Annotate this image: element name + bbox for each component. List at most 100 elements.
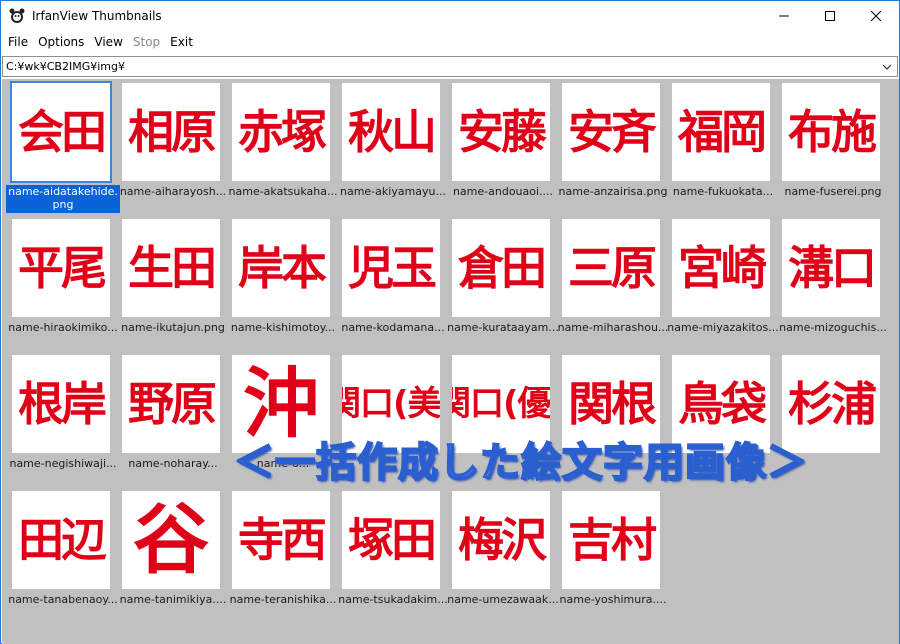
thumbnail-caption: name-akatsukaha... xyxy=(228,185,338,198)
menu-bar: File Options View Stop Exit xyxy=(1,31,899,53)
thumbnail-item[interactable]: 三原 name-miharashou... xyxy=(558,219,668,349)
thumbnail-item[interactable]: 布施 name-fuserei.png xyxy=(778,83,888,213)
thumbnail-item[interactable]: 溝口 name-mizoguchis... xyxy=(778,219,888,349)
minimize-button[interactable] xyxy=(761,1,807,31)
chevron-down-icon xyxy=(882,64,892,70)
thumbnail-image[interactable]: 倉田 xyxy=(452,219,550,317)
folder-path-combobox[interactable]: C:¥wk¥CB2IMG¥img¥ xyxy=(2,56,898,77)
thumbnail-image-text: 秋山 xyxy=(348,105,437,159)
thumbnail-image[interactable]: 宮崎 xyxy=(672,219,770,317)
thumbnail-caption: name-miyazakitos... xyxy=(667,321,779,334)
thumbnail-image[interactable]: 秋山 xyxy=(342,83,440,181)
thumbnail-item[interactable]: 谷 name-tanimikiya.... xyxy=(118,491,228,621)
window-controls xyxy=(761,1,899,31)
thumbnail-image[interactable]: 児玉 xyxy=(342,219,440,317)
thumbnail-caption: name-kishimotoy... xyxy=(230,321,336,334)
menu-exit[interactable]: Exit xyxy=(165,32,198,52)
irfanview-thumbnails-window: IrfanView Thumbnails File Options View S… xyxy=(0,0,900,644)
thumbnail-image[interactable]: 福岡 xyxy=(672,83,770,181)
thumbnail-image[interactable]: 安斉 xyxy=(562,83,660,181)
thumbnail-image-text: 溝口 xyxy=(788,241,877,295)
thumbnail-caption: name-akiyamayu... xyxy=(339,185,446,198)
thumbnail-caption: name-tanimikiya.... xyxy=(119,593,227,606)
thumbnail-image[interactable]: 生田 xyxy=(122,219,220,317)
maximize-button[interactable] xyxy=(807,1,853,31)
thumbnail-image-text: 布施 xyxy=(788,105,877,159)
thumbnail-caption: name-fukuokata... xyxy=(672,185,774,198)
thumbnail-caption: name-kurataayam... xyxy=(447,321,559,334)
thumbnail-image-text: 宮崎 xyxy=(678,241,767,295)
thumbnail-image-text: 安斉 xyxy=(568,105,657,159)
thumbnail-image[interactable]: 三原 xyxy=(562,219,660,317)
thumbnail-image-text: 会田 xyxy=(18,105,107,159)
thumbnail-image-text: 根岸 xyxy=(18,377,107,431)
thumbnail-image-text: 谷 xyxy=(133,495,209,584)
thumbnail-caption: name-fuserei.png xyxy=(784,185,882,198)
thumbnail-image[interactable]: 谷 xyxy=(122,491,220,589)
thumbnail-item[interactable]: 安斉 name-anzairisa.png xyxy=(558,83,668,213)
thumbnail-item[interactable]: 会田 name-aidatakehide.png xyxy=(6,81,120,213)
thumbnail-image-text: 生田 xyxy=(128,241,217,295)
menu-file[interactable]: File xyxy=(3,32,33,52)
window-title: IrfanView Thumbnails xyxy=(32,9,162,23)
menu-stop[interactable]: Stop xyxy=(128,32,165,52)
thumbnail-caption: name-andouaoi.... xyxy=(452,185,554,198)
thumbnail-image[interactable]: 赤塚 xyxy=(232,83,330,181)
thumbnail-image[interactable]: 相原 xyxy=(122,83,220,181)
thumbnail-image[interactable]: 布施 xyxy=(782,83,880,181)
thumbnail-image[interactable]: 寺西 xyxy=(232,491,330,589)
thumbnail-item[interactable]: 宮崎 name-miyazakitos... xyxy=(667,219,779,349)
thumbnail-item[interactable]: 梅沢 name-umezawaak... xyxy=(447,491,559,621)
thumbnail-item[interactable]: 生田 name-ikutajun.png xyxy=(118,219,228,349)
thumbnail-image[interactable]: 吉村 xyxy=(562,491,660,589)
thumbnail-image[interactable]: 塚田 xyxy=(342,491,440,589)
thumbnail-caption: name-aiharayosh... xyxy=(119,185,227,198)
menu-options[interactable]: Options xyxy=(33,32,89,52)
thumbnail-item[interactable]: 児玉 name-kodamana... xyxy=(338,219,448,349)
thumbnail-item[interactable]: 岸本 name-kishimotoy... xyxy=(228,219,338,349)
thumbnail-caption: name-kodamana... xyxy=(341,321,445,334)
thumbnail-item[interactable]: 秋山 name-akiyamayu... xyxy=(338,83,448,213)
thumbnail-image-text: 梅沢 xyxy=(458,513,547,567)
thumbnail-caption: name-miharashou... xyxy=(557,321,669,334)
menu-view[interactable]: View xyxy=(89,32,127,52)
thumbnail-item[interactable]: 相原 name-aiharayosh... xyxy=(118,83,228,213)
thumbnail-image[interactable]: 根岸 xyxy=(12,355,110,453)
thumbnail-image-text: 塚田 xyxy=(348,513,437,567)
thumbnail-image[interactable]: 梅沢 xyxy=(452,491,550,589)
thumbnail-item[interactable]: 寺西 name-teranishika... xyxy=(228,491,338,621)
thumbnail-image-text: 三原 xyxy=(568,241,657,295)
overlay-caption: ＜一括作成した絵文字用画像＞ xyxy=(233,439,808,487)
thumbnail-image-text: 寺西 xyxy=(238,513,327,567)
thumbnail-item[interactable]: 根岸 name-negishiwaji... xyxy=(8,355,118,485)
thumbnail-image-text: 相原 xyxy=(128,105,217,159)
thumbnail-caption: name-teranishika... xyxy=(229,593,337,606)
title-bar[interactable]: IrfanView Thumbnails xyxy=(1,1,899,31)
maximize-icon xyxy=(825,11,835,21)
thumbnail-image[interactable]: 溝口 xyxy=(782,219,880,317)
thumbnail-caption: name-ikutajun.png xyxy=(121,321,225,334)
folder-path-text[interactable]: C:¥wk¥CB2IMG¥img¥ xyxy=(3,60,877,73)
thumbnail-image[interactable]: 岸本 xyxy=(232,219,330,317)
thumbnail-item[interactable]: 平尾 name-hiraokimiko... xyxy=(8,219,118,349)
thumbnail-item[interactable]: 吉村 name-yoshimura.... xyxy=(558,491,668,621)
thumbnail-item[interactable]: 倉田 name-kurataayam... xyxy=(447,219,559,349)
thumbnail-item[interactable]: 田辺 name-tanabenaoy... xyxy=(8,491,118,621)
thumbnail-item[interactable]: 赤塚 name-akatsukaha... xyxy=(228,83,338,213)
thumbnail-item[interactable]: 塚田 name-tsukadakim... xyxy=(338,491,448,621)
thumbnail-image-text: 福岡 xyxy=(678,105,767,159)
thumbnail-image[interactable]: 田辺 xyxy=(12,491,110,589)
thumbnail-grid[interactable]: 会田 name-aidatakehide.png 相原 name-aiharayosh… xyxy=(2,79,899,644)
thumbnail-item[interactable]: 福岡 name-fukuokata... xyxy=(668,83,778,213)
path-dropdown-button[interactable] xyxy=(877,57,897,76)
thumbnail-image[interactable]: 安藤 xyxy=(452,83,550,181)
thumbnail-caption: name-yoshimura.... xyxy=(559,593,667,606)
thumbnail-image[interactable]: 平尾 xyxy=(12,219,110,317)
thumbnail-item[interactable]: 安藤 name-andouaoi.... xyxy=(448,83,558,213)
thumbnail-image[interactable]: 会田 xyxy=(10,81,112,183)
irfanview-app-icon xyxy=(8,7,26,25)
close-button[interactable] xyxy=(853,1,899,31)
thumbnail-caption: name-aidatakehide.png xyxy=(6,185,120,213)
thumbnail-caption: name-tsukadakim... xyxy=(338,593,448,606)
thumbnail-image-text: 赤塚 xyxy=(238,105,327,159)
